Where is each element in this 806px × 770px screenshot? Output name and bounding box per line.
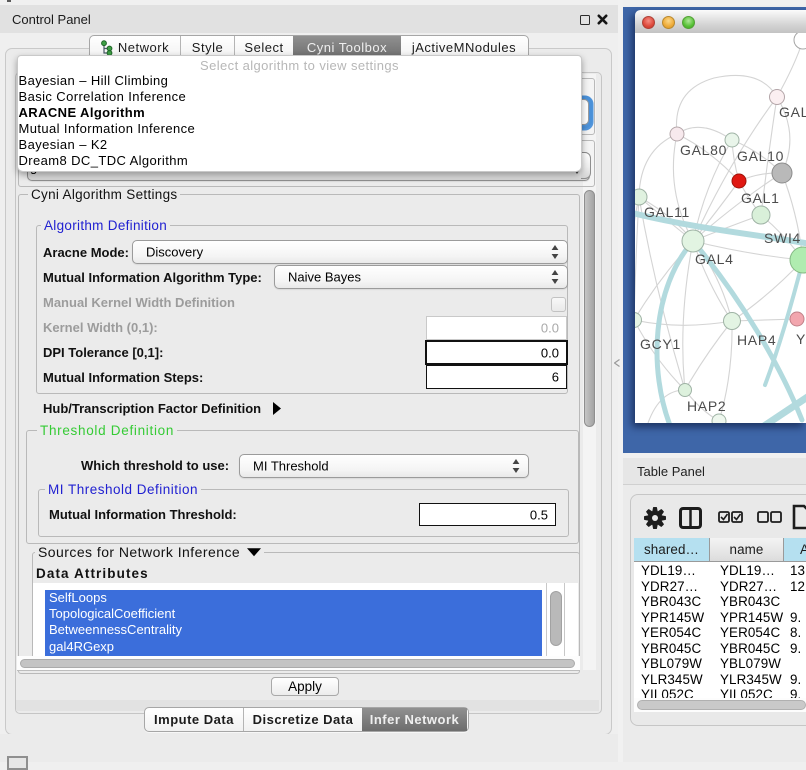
svg-text:GAL80: GAL80 (680, 142, 727, 158)
svg-text:HAP2: HAP2 (687, 398, 726, 414)
svg-text:YM: YM (796, 331, 806, 347)
svg-text:HAP4: HAP4 (737, 332, 776, 348)
svg-text:GAL11: GAL11 (644, 204, 690, 220)
svg-text:GCY1: GCY1 (640, 336, 681, 352)
svg-text:GAL2: GAL2 (779, 104, 806, 120)
svg-text:GAL10: GAL10 (737, 148, 784, 164)
svg-text:SWI4: SWI4 (764, 230, 801, 246)
svg-text:GAL4: GAL4 (695, 251, 734, 267)
svg-text:GAL1: GAL1 (741, 190, 780, 206)
